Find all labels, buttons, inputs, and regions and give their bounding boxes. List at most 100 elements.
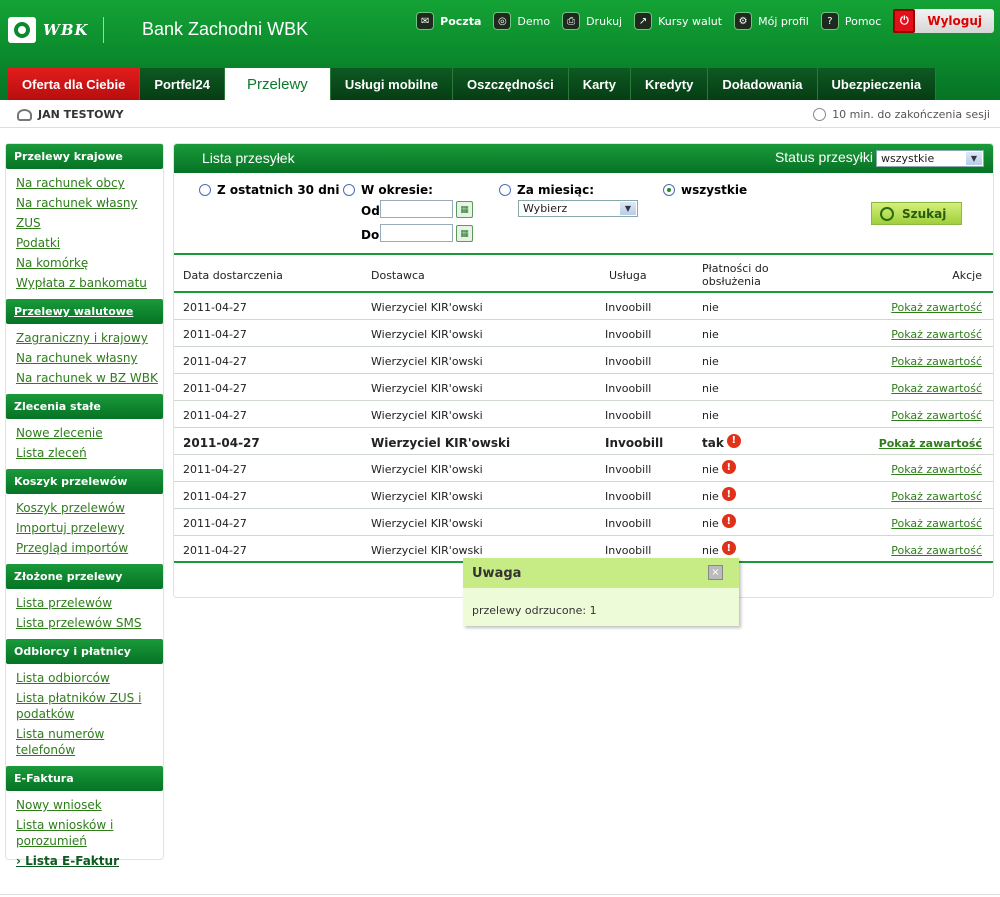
sidebar-item[interactable]: Na komórkę — [16, 255, 163, 271]
toplink-pomoc[interactable]: ? Pomoc — [820, 12, 881, 30]
sidebar-items: Nowy wniosek Lista wniosków i porozumień… — [6, 791, 163, 877]
sidebar-item[interactable]: ZUS — [16, 215, 163, 231]
cell-service: Invoobill — [605, 382, 652, 395]
cell-supplier: Wierzyciel KIR'owski — [371, 517, 483, 530]
radio-all[interactable]: wszystkie — [663, 183, 747, 197]
tab-przelewy[interactable]: Przelewy — [224, 68, 331, 100]
toplink-demo[interactable]: ◎ Demo — [493, 12, 550, 30]
table-row: 2011-04-27 Wierzyciel KIR'owski Invoobil… — [174, 455, 993, 482]
sidebar-item[interactable]: Na rachunek własny — [16, 350, 163, 366]
sidebar-item[interactable]: Wypłata z bankomatu — [16, 275, 163, 291]
radio-period[interactable]: W okresie: — [343, 183, 433, 197]
payments-value: nie — [702, 355, 719, 368]
sidebar-section-przelewy-krajowe: Przelewy krajowe — [6, 144, 163, 169]
sidebar-item[interactable]: Na rachunek własny — [16, 195, 163, 211]
show-content-link[interactable]: Pokaż zawartość — [891, 517, 982, 530]
show-content-link[interactable]: Pokaż zawartość — [891, 328, 982, 341]
top-links: ✉ Poczta ◎ Demo ⎙ Drukuj ↗ Kursy walut ⚙… — [404, 9, 994, 33]
sidebar-item[interactable]: Koszyk przelewów — [16, 500, 163, 516]
payments-value: nie — [702, 409, 719, 422]
tab-portfel24[interactable]: Portfel24 — [140, 68, 225, 100]
tab-ubezpieczenia[interactable]: Ubezpieczenia — [817, 68, 937, 100]
sidebar-item[interactable]: Lista zleceń — [16, 445, 163, 461]
payments-value: tak — [702, 436, 724, 450]
sidebar-section-przelewy-walutowe[interactable]: Przelewy walutowe — [6, 299, 163, 324]
payments-value: nie — [702, 328, 719, 341]
alert-icon: ! — [721, 541, 736, 555]
toplink-label: Kursy walut — [658, 14, 723, 28]
tab-oszczednosci[interactable]: Oszczędności — [452, 68, 569, 100]
page-title: Lista przesyłek — [202, 150, 295, 166]
sidebar-item[interactable]: Lista numerów telefonów — [16, 726, 163, 758]
show-content-link[interactable]: Pokaż zawartość — [891, 355, 982, 368]
cell-service: Invoobill — [605, 544, 652, 557]
tab-oferta[interactable]: Oferta dla Ciebie — [8, 68, 141, 100]
toplink-drukuj[interactable]: ⎙ Drukuj — [562, 12, 622, 30]
sidebar-item[interactable]: Lista płatników ZUS i podatków — [16, 690, 163, 722]
radio-icon — [343, 184, 355, 196]
sidebar-item[interactable]: Podatki — [16, 235, 163, 251]
sidebar-section-zlecenia-stale: Zlecenia stałe — [6, 394, 163, 419]
show-content-link[interactable]: Pokaż zawartość — [891, 544, 982, 557]
logo-mark-icon — [8, 17, 36, 43]
show-content-link[interactable]: Pokaż zawartość — [891, 463, 982, 476]
sidebar-item[interactable]: Nowe zlecenie — [16, 425, 163, 441]
from-date-input[interactable] — [380, 200, 453, 218]
show-content-link[interactable]: Pokaż zawartość — [891, 382, 982, 395]
tab-uslugi-mobilne[interactable]: Usługi mobilne — [330, 68, 453, 100]
cell-supplier: Wierzyciel KIR'owski — [371, 355, 483, 368]
cell-payments: nie! — [702, 460, 736, 476]
cell-supplier: Wierzyciel KIR'owski — [371, 436, 511, 450]
tab-karty[interactable]: Karty — [568, 68, 631, 100]
status-select[interactable]: wszystkie ▼ — [876, 150, 984, 167]
search-button[interactable]: Szukaj — [871, 202, 962, 225]
sidebar-item[interactable]: Przegląd importów — [16, 540, 163, 556]
sidebar-item-current[interactable]: Lista E-Faktur — [16, 853, 163, 869]
main-tabs: Oferta dla Ciebie Portfel24 Przelewy Usł… — [8, 68, 937, 100]
sidebar-item[interactable]: Na rachunek w BZ WBK — [16, 370, 163, 386]
toplink-moj-profil[interactable]: ⚙ Mój profil — [734, 12, 809, 30]
radio-month[interactable]: Za miesiąc: — [499, 183, 594, 197]
calendar-icon[interactable]: ▦ — [456, 225, 473, 242]
payments-value: nie — [702, 517, 719, 530]
bank-logo[interactable]: WBK — [8, 17, 118, 43]
sidebar-item[interactable]: Nowy wniosek — [16, 797, 163, 813]
tab-doladowania[interactable]: Doładowania — [708, 68, 818, 100]
sidebar-items: Koszyk przelewów Importuj przelewy Przeg… — [6, 494, 163, 564]
calendar-icon[interactable]: ▦ — [456, 201, 473, 218]
session-timer: 10 min. do zakończenia sesji — [813, 108, 990, 121]
logout-button[interactable]: ⏻ Wyloguj — [893, 9, 994, 33]
show-content-link[interactable]: Pokaż zawartość — [891, 301, 982, 314]
sidebar-item[interactable]: Lista wniosków i porozumień — [16, 817, 163, 849]
chevron-down-icon: ▼ — [966, 152, 982, 165]
alert-icon: ! — [726, 433, 741, 448]
logout-label: Wyloguj — [927, 14, 982, 28]
toplink-label: Drukuj — [586, 14, 623, 28]
radio-last-30-days[interactable]: Z ostatnich 30 dni — [199, 183, 339, 197]
cell-supplier: Wierzyciel KIR'owski — [371, 544, 483, 557]
sidebar-item[interactable]: Lista przelewów — [16, 595, 163, 611]
sidebar-item[interactable]: Na rachunek obcy — [16, 175, 163, 191]
sidebar-item[interactable]: Zagraniczny i krajowy — [16, 330, 163, 346]
user-bar: JAN TESTOWY 10 min. do zakończenia sesji — [0, 100, 1000, 128]
tab-kredyty[interactable]: Kredyty — [630, 68, 709, 100]
toplink-poczta[interactable]: ✉ Poczta — [416, 12, 481, 30]
cell-service: Invoobill — [605, 517, 652, 530]
col-supplier: Dostawca — [371, 269, 425, 282]
show-content-link[interactable]: Pokaż zawartość — [879, 437, 982, 450]
show-content-link[interactable]: Pokaż zawartość — [891, 490, 982, 503]
cell-supplier: Wierzyciel KIR'owski — [371, 301, 483, 314]
user-icon — [17, 108, 32, 121]
to-date-input[interactable] — [380, 224, 453, 242]
show-content-link[interactable]: Pokaż zawartość — [891, 409, 982, 422]
sidebar-item[interactable]: Importuj przelewy — [16, 520, 163, 536]
shipments-panel: Lista przesyłek Status przesyłki wszystk… — [173, 143, 994, 598]
close-icon[interactable]: × — [708, 565, 723, 580]
toplink-kursy-walut[interactable]: ↗ Kursy walut — [634, 12, 722, 30]
month-select[interactable]: Wybierz ▼ — [518, 200, 638, 217]
sidebar-items: Lista przelewów Lista przelewów SMS — [6, 589, 163, 639]
cell-payments: nie — [702, 301, 719, 314]
table-row: 2011-04-27 Wierzyciel KIR'owski Invoobil… — [174, 347, 993, 374]
sidebar-item[interactable]: Lista odbiorców — [16, 670, 163, 686]
sidebar-item[interactable]: Lista przelewów SMS — [16, 615, 163, 631]
